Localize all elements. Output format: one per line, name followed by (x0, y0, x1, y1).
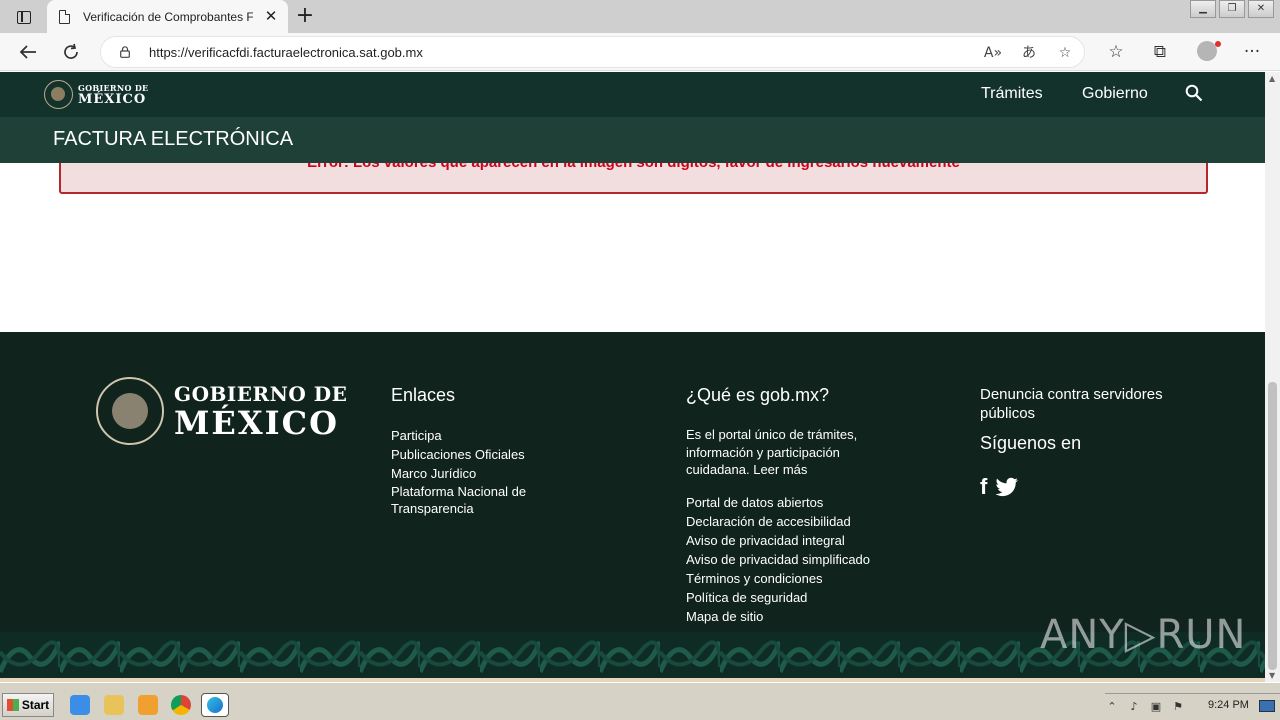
enlaces-column: Enlaces Participa Publicaciones Oficiale… (391, 385, 561, 517)
link-denuncia[interactable]: Denuncia contra servidores públicos (980, 385, 1200, 423)
footer-gobierno-logo[interactable]: GOBIERNO DE MÉXICO (96, 377, 347, 445)
page-title: FACTURA ELECTRÓNICA (53, 128, 294, 150)
system-tray: ⌃ ♪ ▣ ⚑ 9:24 PM (1105, 693, 1280, 719)
social-links: f (980, 474, 1200, 500)
edge-taskbar-button[interactable] (201, 693, 229, 717)
explorer-icon[interactable] (104, 695, 124, 715)
page-scrollbar[interactable]: ▲ ▼ (1265, 72, 1280, 682)
address-bar[interactable]: https://verificacfdi.facturaelectronica.… (100, 36, 1085, 68)
collections-icon: ⧉ (1153, 42, 1167, 62)
browser-toolbar: https://verificacfdi.facturaelectronica.… (0, 33, 1280, 71)
action-center-flag-icon[interactable]: ⚑ (1171, 700, 1185, 714)
tab-title: Verificación de Comprobantes Fi (83, 9, 253, 24)
link-seguridad[interactable]: Política de seguridad (686, 588, 906, 607)
footer-logo-line2: MÉXICO (174, 404, 339, 442)
gobierno-logo[interactable]: GOBIERNO DE MÉXICO (44, 80, 148, 109)
network-icon[interactable]: ▣ (1149, 700, 1163, 714)
browser-tab-bar: Verificación de Comprobantes Fi ✕ + ▁ ❐ … (0, 0, 1280, 33)
link-accesibilidad[interactable]: Declaración de accesibilidad (686, 512, 906, 531)
clock[interactable]: 9:24 PM (1208, 699, 1249, 711)
edge-icon (207, 697, 223, 713)
page-icon (59, 9, 70, 24)
start-button[interactable]: Start (2, 693, 54, 717)
profile-avatar[interactable] (1197, 41, 1221, 61)
twitter-icon[interactable] (995, 477, 1019, 497)
taskbar: Start ⌃ ♪ ▣ ⚑ 9:24 PM (0, 682, 1280, 720)
footer-logo-line1: GOBIERNO DE (174, 382, 348, 406)
collections-button[interactable]: ⧉ (1146, 38, 1174, 66)
page-viewport: Error: Los valores que aparecen en la im… (0, 72, 1265, 682)
close-tab-button[interactable]: ✕ (262, 7, 280, 25)
volume-icon[interactable]: ♪ (1127, 700, 1141, 714)
window-controls: ▁ ❐ ✕ (1187, 0, 1274, 18)
link-participa[interactable]: Participa (391, 426, 561, 445)
media-player-icon[interactable] (138, 695, 158, 715)
subheader: FACTURA ELECTRÓNICA (0, 117, 1265, 163)
tab-actions-icon (17, 10, 31, 24)
link-privacidad-integral[interactable]: Aviso de privacidad integral (686, 531, 906, 550)
back-button[interactable] (14, 38, 42, 66)
que-es-heading: ¿Qué es gob.mx? (686, 385, 830, 405)
anyrun-watermark: ANY▷RUN (1040, 612, 1247, 658)
scroll-down-icon[interactable]: ▼ (1269, 671, 1275, 680)
link-transparencia[interactable]: Plataforma Nacional de Transparencia (391, 483, 561, 517)
url-text[interactable]: https://verificacfdi.facturaelectronica.… (149, 45, 423, 60)
ie-icon[interactable] (70, 695, 90, 715)
show-hidden-icons-icon[interactable]: ⌃ (1105, 700, 1119, 714)
favorites-icon: ☆ (1108, 42, 1124, 62)
search-icon[interactable] (1185, 84, 1203, 102)
link-mapa-sitio[interactable]: Mapa de sitio (686, 607, 906, 626)
refresh-button[interactable] (57, 38, 85, 66)
lock-icon[interactable] (120, 46, 130, 58)
link-publicaciones[interactable]: Publicaciones Oficiales (391, 445, 561, 464)
back-arrow-icon (19, 45, 36, 59)
mexico-seal-icon (96, 377, 164, 445)
link-marco-juridico[interactable]: Marco Jurídico (391, 464, 561, 483)
enlaces-heading: Enlaces (391, 385, 456, 405)
que-es-description: Es el portal único de trámites, informac… (686, 427, 858, 477)
close-window-button[interactable]: ✕ (1248, 0, 1274, 18)
translate-icon[interactable]: あ (1017, 41, 1041, 65)
tab-actions-button[interactable] (8, 6, 40, 28)
facebook-icon[interactable]: f (980, 474, 987, 500)
chrome-icon[interactable] (171, 695, 191, 715)
link-terminos[interactable]: Términos y condiciones (686, 569, 906, 588)
restore-button[interactable]: ❐ (1219, 0, 1245, 18)
minimize-button[interactable]: ▁ (1190, 0, 1216, 18)
que-es-column: ¿Qué es gob.mx? Es el portal único de tr… (686, 385, 906, 626)
more-icon: ··· (1243, 42, 1261, 62)
browser-tab[interactable]: Verificación de Comprobantes Fi ✕ (47, 0, 288, 33)
show-desktop-icon[interactable] (1259, 700, 1275, 712)
social-column: Denuncia contra servidores públicos Sígu… (980, 385, 1200, 500)
link-privacidad-simplificado[interactable]: Aviso de privacidad simplificado (686, 550, 906, 569)
nav-gobierno[interactable]: Gobierno (1082, 85, 1148, 103)
more-menu-button[interactable]: ··· (1238, 38, 1266, 66)
start-label: Start (21, 698, 50, 712)
windows-logo-icon (6, 699, 19, 711)
siguenos-heading: Síguenos en (980, 433, 1082, 453)
refresh-icon (64, 43, 78, 59)
nav-tramites[interactable]: Trámites (981, 85, 1043, 103)
new-tab-button[interactable]: + (292, 4, 318, 28)
link-datos-abiertos[interactable]: Portal de datos abiertos (686, 493, 906, 512)
mexico-seal-icon (44, 80, 73, 109)
logo-line2: MÉXICO (78, 92, 147, 107)
add-favorite-icon[interactable]: ☆ (1053, 41, 1077, 65)
scrollbar-thumb[interactable] (1268, 382, 1277, 670)
footer: GOBIERNO DE MÉXICO Enlaces Participa Pub… (0, 332, 1265, 632)
scroll-up-icon[interactable]: ▲ (1269, 74, 1275, 83)
read-aloud-icon[interactable]: A» (981, 41, 1005, 65)
favorites-button[interactable]: ☆ (1102, 38, 1130, 66)
gob-header: GOBIERNO DE MÉXICO Trámites Gobierno (0, 72, 1265, 117)
